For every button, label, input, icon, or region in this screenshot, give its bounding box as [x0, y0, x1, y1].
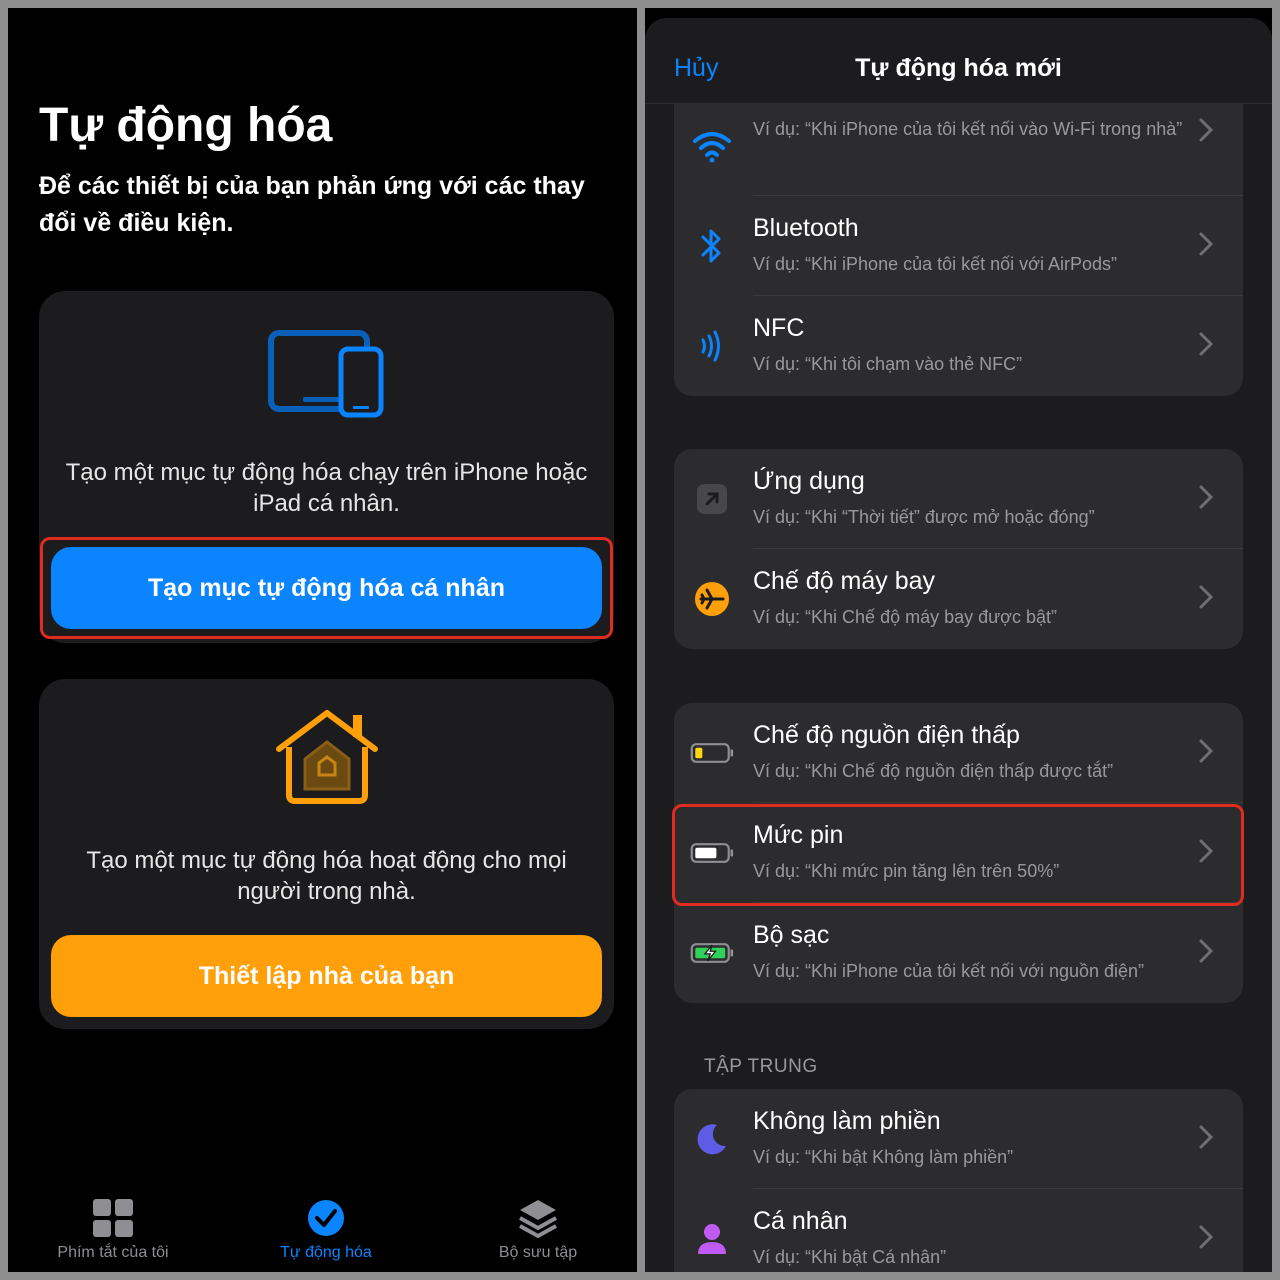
trigger-row-wifi[interactable]: Ví dụ: “Khi iPhone của tôi kết nối vào W… — [674, 96, 1243, 196]
chevron-right-icon — [1199, 232, 1213, 256]
row-title: Chế độ máy bay — [753, 567, 936, 595]
layers-icon — [519, 1200, 557, 1238]
automation-screen: Tự động hóa Để các thiết bị của bạn phản… — [8, 8, 637, 1272]
chevron-right-icon — [1199, 485, 1213, 509]
focus-group: Không làm phiền Ví dụ: “Khi bật Không là… — [674, 1089, 1243, 1272]
chevron-right-icon — [1199, 1225, 1213, 1249]
trigger-row-app[interactable]: Ứng dụng Ví dụ: “Khi “Thời tiết” được mở… — [674, 449, 1243, 549]
new-automation-screen: Hủy Tự động hóa mới Ví dụ: “Khi iPhone c… — [645, 8, 1272, 1272]
nav-title: Tự động hóa mới — [855, 54, 1062, 82]
tab-label: Phím tắt của tôi — [57, 1244, 169, 1261]
trigger-row-charger[interactable]: Bộ sạc Ví dụ: “Khi iPhone của tôi kết nố… — [674, 903, 1243, 1003]
row-title: Ứng dụng — [753, 467, 865, 495]
row-subtitle: Ví dụ: “Khi Chế độ nguồn điện thấp được … — [753, 761, 1114, 781]
row-title: Bộ sạc — [753, 921, 830, 949]
highlight-frame — [672, 804, 1244, 906]
trigger-row-airplane-mode[interactable]: Chế độ máy bay Ví dụ: “Khi Chế độ máy ba… — [674, 549, 1243, 649]
grid-icon — [93, 1199, 133, 1237]
app-group: Ứng dụng Ví dụ: “Khi “Thời tiết” được mở… — [674, 449, 1243, 649]
bluetooth-icon — [690, 226, 734, 266]
trigger-row-do-not-disturb[interactable]: Không làm phiền Ví dụ: “Khi bật Không là… — [674, 1089, 1243, 1189]
tab-my-shortcuts[interactable]: Phím tắt của tôi — [13, 1188, 213, 1262]
app-icon — [690, 479, 734, 519]
airplane-icon — [690, 579, 734, 619]
trigger-row-nfc[interactable]: NFC Ví dụ: “Khi tôi chạm vào thẻ NFC” — [674, 296, 1243, 396]
charger-icon — [690, 933, 734, 973]
chevron-right-icon — [1199, 118, 1213, 142]
section-header-focus: TẬP TRUNG — [704, 1056, 818, 1077]
tab-label: Bộ sưu tập — [498, 1244, 578, 1261]
new-automation-sheet: Hủy Tự động hóa mới Ví dụ: “Khi iPhone c… — [645, 18, 1272, 1272]
row-title: Bluetooth — [753, 214, 859, 242]
tab-gallery[interactable]: Bộ sưu tập — [438, 1188, 637, 1262]
chevron-right-icon — [1199, 739, 1213, 763]
page-title: Tự động hóa — [39, 99, 333, 152]
tab-automation[interactable]: Tự động hóa — [226, 1188, 426, 1262]
page-subtitle: Để các thiết bị của bạn phản ứng với các… — [39, 172, 585, 237]
home-icon — [275, 710, 378, 804]
trigger-row-low-power-mode[interactable]: Chế độ nguồn điện thấp Ví dụ: “Khi Chế đ… — [674, 703, 1243, 803]
nav-bar: Hủy Tự động hóa mới — [645, 18, 1272, 104]
home-card-text: Tạo một mục tự động hóa hoạt động cho mọ… — [86, 847, 567, 905]
trigger-row-personal[interactable]: Cá nhân Ví dụ: “Khi bật Cá nhân” — [674, 1189, 1243, 1272]
chevron-right-icon — [1199, 1125, 1213, 1149]
wifi-icon — [690, 126, 734, 166]
home-automation-card: Tạo một mục tự động hóa hoạt động cho mọ… — [39, 679, 614, 1029]
row-subtitle: Ví dụ: “Khi iPhone của tôi kết nối với A… — [753, 254, 1117, 274]
devices-icon — [267, 330, 383, 418]
row-title: Chế độ nguồn điện thấp — [753, 721, 1020, 749]
chevron-right-icon — [1199, 585, 1213, 609]
row-subtitle: Ví dụ: “Khi tôi chạm vào thẻ NFC” — [753, 354, 1023, 374]
row-subtitle: Ví dụ: “Khi “Thời tiết” được mở hoặc đón… — [753, 507, 1095, 527]
highlight-frame — [40, 537, 613, 639]
personal-card-text: Tạo một mục tự động hóa chạy trên iPhone… — [65, 459, 588, 517]
low-power-battery-icon — [690, 733, 734, 773]
row-subtitle: Ví dụ: “Khi iPhone của tôi kết nối với n… — [753, 961, 1145, 981]
row-title: NFC — [753, 314, 805, 342]
nfc-icon — [690, 326, 734, 366]
row-subtitle: Ví dụ: “Khi bật Không làm phiền” — [753, 1147, 1014, 1167]
row-title: Không làm phiền — [753, 1107, 941, 1135]
row-subtitle: Ví dụ: “Khi iPhone của tôi kết nối vào W… — [753, 119, 1183, 139]
moon-icon — [690, 1119, 734, 1159]
row-subtitle: Ví dụ: “Khi Chế độ máy bay được bật” — [753, 607, 1057, 627]
person-icon — [690, 1219, 734, 1259]
tab-label: Tự động hóa — [280, 1244, 372, 1261]
automation-check-icon — [308, 1200, 344, 1236]
chevron-right-icon — [1199, 332, 1213, 356]
chevron-right-icon — [1199, 939, 1213, 963]
row-subtitle: Ví dụ: “Khi bật Cá nhân” — [753, 1247, 947, 1267]
row-title: Cá nhân — [753, 1207, 848, 1235]
setup-home-button[interactable]: Thiết lập nhà của bạn — [51, 935, 602, 1017]
tab-bar: Phím tắt của tôi Tự động hóa Bộ sưu tập — [8, 1188, 637, 1272]
trigger-row-bluetooth[interactable]: Bluetooth Ví dụ: “Khi iPhone của tôi kết… — [674, 196, 1243, 296]
